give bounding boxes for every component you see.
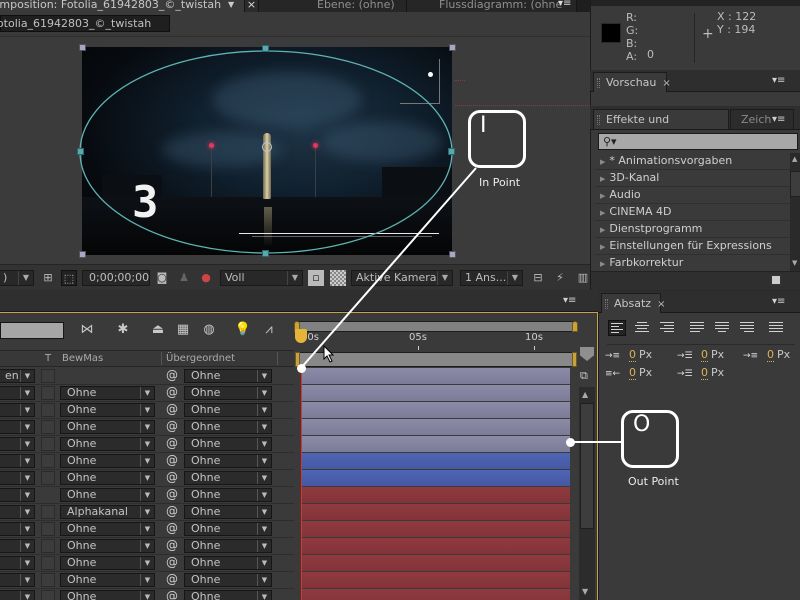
out-point-marker	[566, 438, 575, 447]
in-point-label: In Point	[479, 176, 521, 189]
out-point-label: Out Point	[628, 475, 679, 488]
in-point-marker	[297, 364, 306, 373]
after-effects-window: Komposition: Fotolia_61942803_©_twistah …	[0, 0, 800, 600]
annotation-lines	[300, 167, 622, 443]
in-point-glyph: I	[480, 113, 487, 138]
out-point-glyph: O	[633, 412, 651, 437]
in-point-callout	[468, 110, 526, 168]
mouse-cursor-icon	[323, 345, 335, 363]
